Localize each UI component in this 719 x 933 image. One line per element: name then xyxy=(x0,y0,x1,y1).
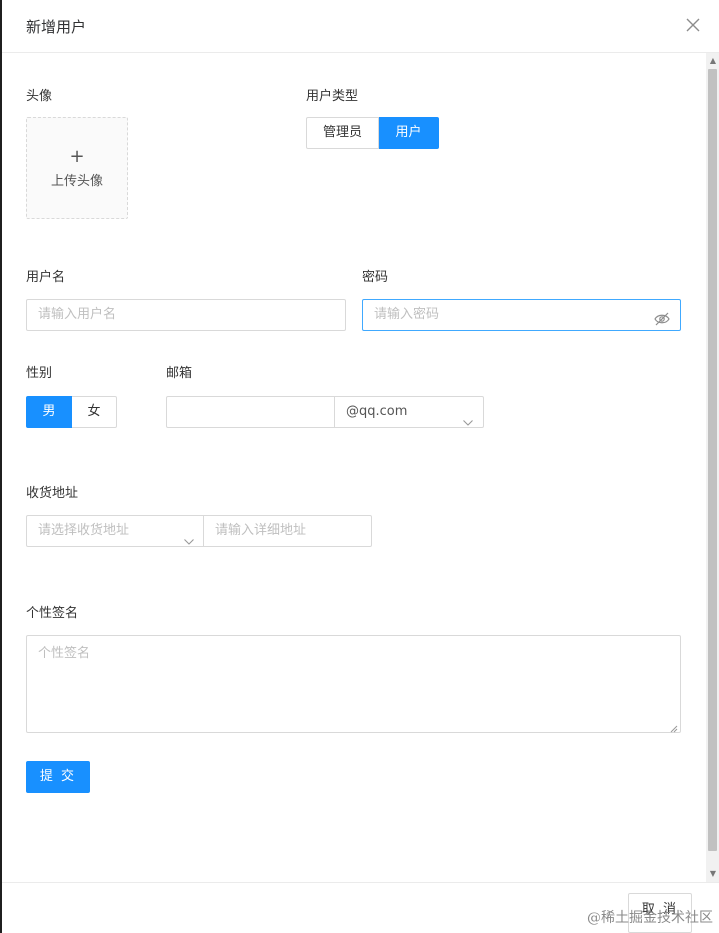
password-label: 密码 xyxy=(362,270,389,285)
address-detail-input[interactable]: 请输入详细地址 xyxy=(203,515,372,547)
avatar-label: 头像 xyxy=(26,89,53,104)
username-label: 用户名 xyxy=(26,270,66,285)
submit-button[interactable]: 提 交 xyxy=(26,761,90,793)
address-label: 收货地址 xyxy=(26,486,79,501)
signature-label: 个性签名 xyxy=(26,606,79,621)
watermark: @稀土掘金技术社区 xyxy=(587,910,713,926)
dialog-body: 头像 + 上传头像 用户类型 管理员 用户 用户名 请输入用户名 密码 请输入密… xyxy=(2,53,719,882)
resize-handle-icon[interactable] xyxy=(670,722,678,733)
gender-label: 性别 xyxy=(26,366,53,381)
add-user-dialog: 新增用户 头像 + 上传头像 用户类型 管理员 用户 用户名 请输入用户名 密码… xyxy=(0,0,719,933)
dialog-title: 新增用户 xyxy=(26,18,87,36)
scroll-up-icon[interactable]: ▲ xyxy=(710,57,716,65)
close-icon[interactable] xyxy=(683,15,703,35)
user-type-selector: 管理员 用户 xyxy=(306,117,439,149)
gender-female-option[interactable]: 女 xyxy=(72,396,117,428)
user-type-user-option[interactable]: 用户 xyxy=(379,117,439,149)
scroll-down-icon[interactable]: ▼ xyxy=(710,870,716,878)
email-input[interactable] xyxy=(166,396,336,428)
address-select[interactable]: 请选择收货地址 xyxy=(26,515,205,547)
upload-avatar-text: 上传头像 xyxy=(50,174,103,189)
email-domain-select[interactable]: @qq.com xyxy=(334,396,484,428)
dialog-header: 新增用户 xyxy=(2,0,719,53)
scrollbar-thumb[interactable] xyxy=(708,69,717,851)
user-type-label: 用户类型 xyxy=(306,89,359,104)
chevron-down-icon xyxy=(463,408,473,426)
avatar-upload[interactable]: + 上传头像 xyxy=(26,117,128,219)
password-input[interactable]: 请输入密码 xyxy=(362,299,681,331)
username-input[interactable]: 请输入用户名 xyxy=(26,299,346,331)
eye-hidden-icon[interactable] xyxy=(654,308,670,326)
chevron-down-icon xyxy=(184,527,194,545)
user-type-admin-option[interactable]: 管理员 xyxy=(306,117,379,149)
password-placeholder: 请输入密码 xyxy=(374,307,440,322)
plus-icon: + xyxy=(69,146,85,167)
gender-male-option[interactable]: 男 xyxy=(26,396,72,428)
scrollbar[interactable]: ▲ ▼ xyxy=(706,53,719,882)
email-domain-value: @qq.com xyxy=(346,404,408,419)
address-select-placeholder: 请选择收货地址 xyxy=(38,523,130,538)
signature-placeholder: 个性签名 xyxy=(38,646,91,661)
gender-selector: 男 女 xyxy=(26,396,117,428)
email-label: 邮箱 xyxy=(166,366,193,381)
signature-textarea[interactable]: 个性签名 xyxy=(26,635,681,733)
